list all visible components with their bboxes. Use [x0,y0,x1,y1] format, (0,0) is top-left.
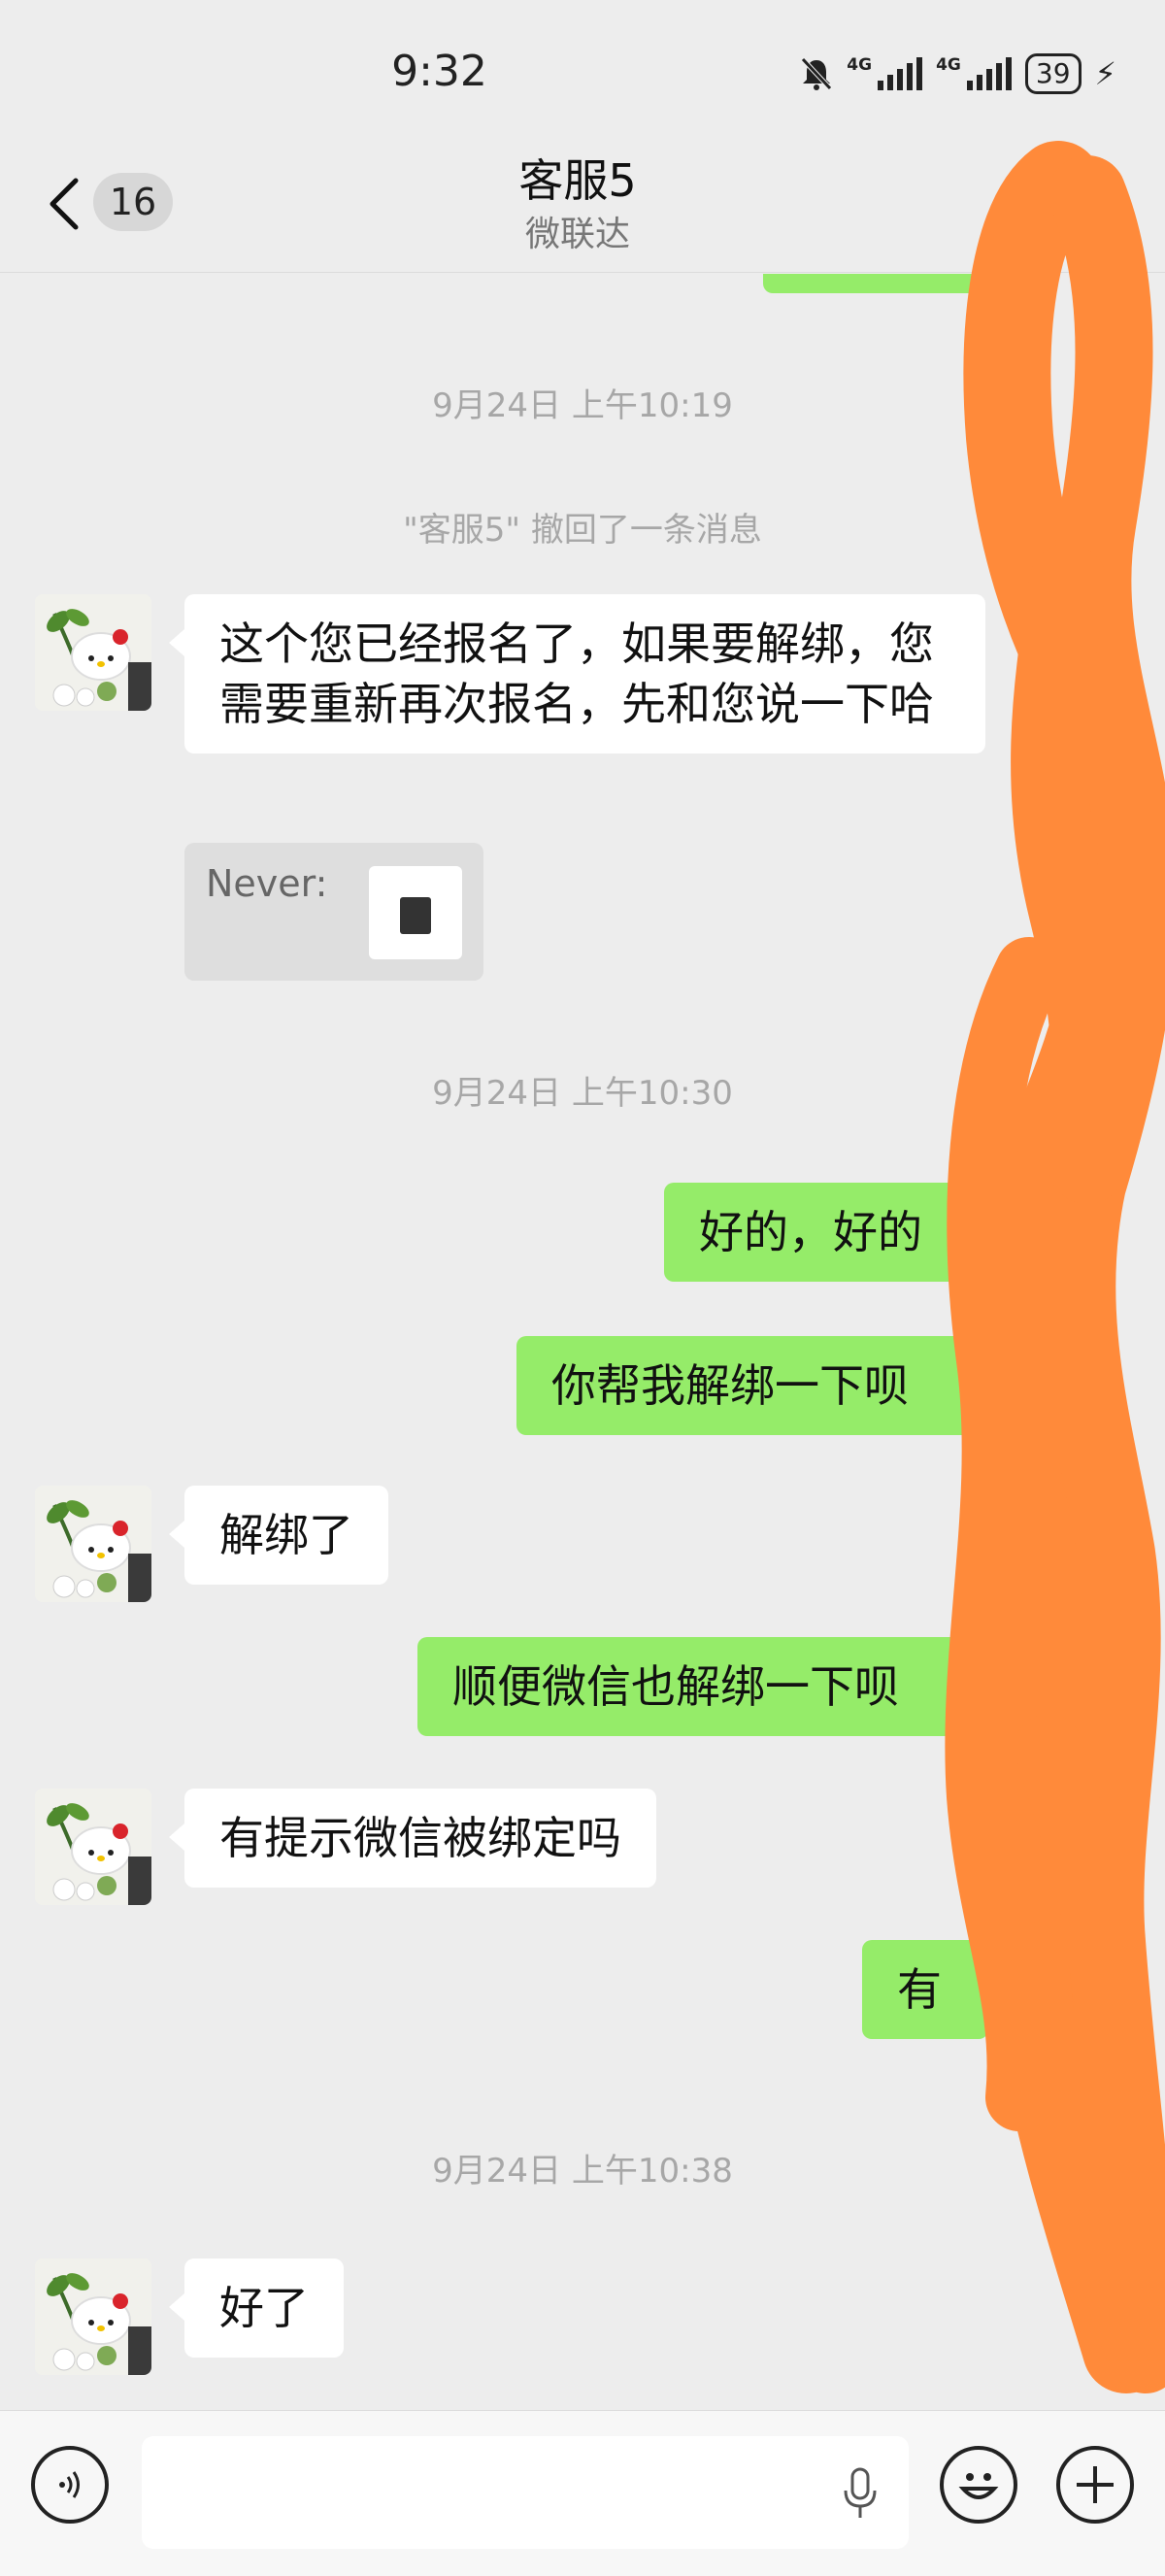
quoted-message[interactable]: Never: [184,843,483,981]
message-input[interactable] [142,2436,909,2549]
plus-icon[interactable] [1056,2446,1134,2524]
message-bubble-outgoing[interactable]: 顺便微信也解绑一下呗 [417,1637,1004,1736]
charging-icon: ⚡ [1094,55,1116,92]
avatar[interactable] [35,1789,151,1905]
message-bubble-outgoing[interactable]: 好的，好的 [664,1183,1000,1282]
chat-title: 客服5 [518,154,637,207]
hello-kitty-avatar-icon [35,1789,151,1905]
avatar[interactable] [1017,1637,1134,1754]
clock: 9:32 [391,47,487,96]
hello-kitty-avatar-icon [35,2258,151,2375]
avatar[interactable] [35,594,151,711]
message-bubble-incoming[interactable]: 有提示微信被绑定吗 [169,1789,656,1888]
hello-kitty-avatar-icon [35,1486,151,1602]
message-bubble-incoming[interactable]: 好了 [169,2258,344,2358]
signal-icon: 4G [847,57,923,90]
chat-subtitle: 微联达 [524,215,630,254]
signal-icon: 4G [936,57,1012,90]
message-bubble-incoming[interactable]: 解绑了 [169,1486,388,1585]
message-bubble-outgoing[interactable]: 有 [862,1940,1004,2039]
message-bubble-outgoing[interactable]: 你帮我解绑一下呗 [516,1336,1002,1435]
emoji-icon[interactable] [940,2446,1017,2524]
input-toolbar [0,2410,1165,2576]
status-bar: 9:32 4G 4G 39 ⚡ [0,0,1165,146]
recall-notice: "客服5" 撤回了一条消息 [403,511,762,550]
mute-bell-icon [801,57,833,90]
status-icons: 4G 4G 39 ⚡ [800,53,1116,94]
hello-kitty-avatar-icon [35,594,151,711]
more-options-icon[interactable]: ··· [1082,196,1118,241]
chat-header: 16 客服5 微联达 ··· [0,136,1165,273]
microphone-icon[interactable] [841,2467,880,2520]
battery-icon: 39 [1024,53,1082,94]
message-list[interactable]: 9月24日 上午10:19 "客服5" 撤回了一条消息 这个您已经报名了，如果要… [0,274,1165,2410]
timestamp: 9月24日 上午10:19 [432,386,733,425]
avatar[interactable] [35,1486,151,1602]
voice-mode-icon[interactable] [31,2446,109,2524]
timestamp: 9月24日 上午10:30 [432,1074,733,1113]
timestamp: 9月24日 上午10:38 [432,2152,733,2191]
quote-sender-label: Never: [206,862,328,905]
message-bubble-partial [763,274,981,293]
message-bubble-incoming[interactable]: 这个您已经报名了，如果要解绑，您需要重新再次报名，先和您说一下哈 [169,594,985,753]
avatar[interactable] [35,2258,151,2375]
file-thumbnail-icon[interactable] [369,866,462,959]
avatar[interactable] [1017,1940,1134,2057]
